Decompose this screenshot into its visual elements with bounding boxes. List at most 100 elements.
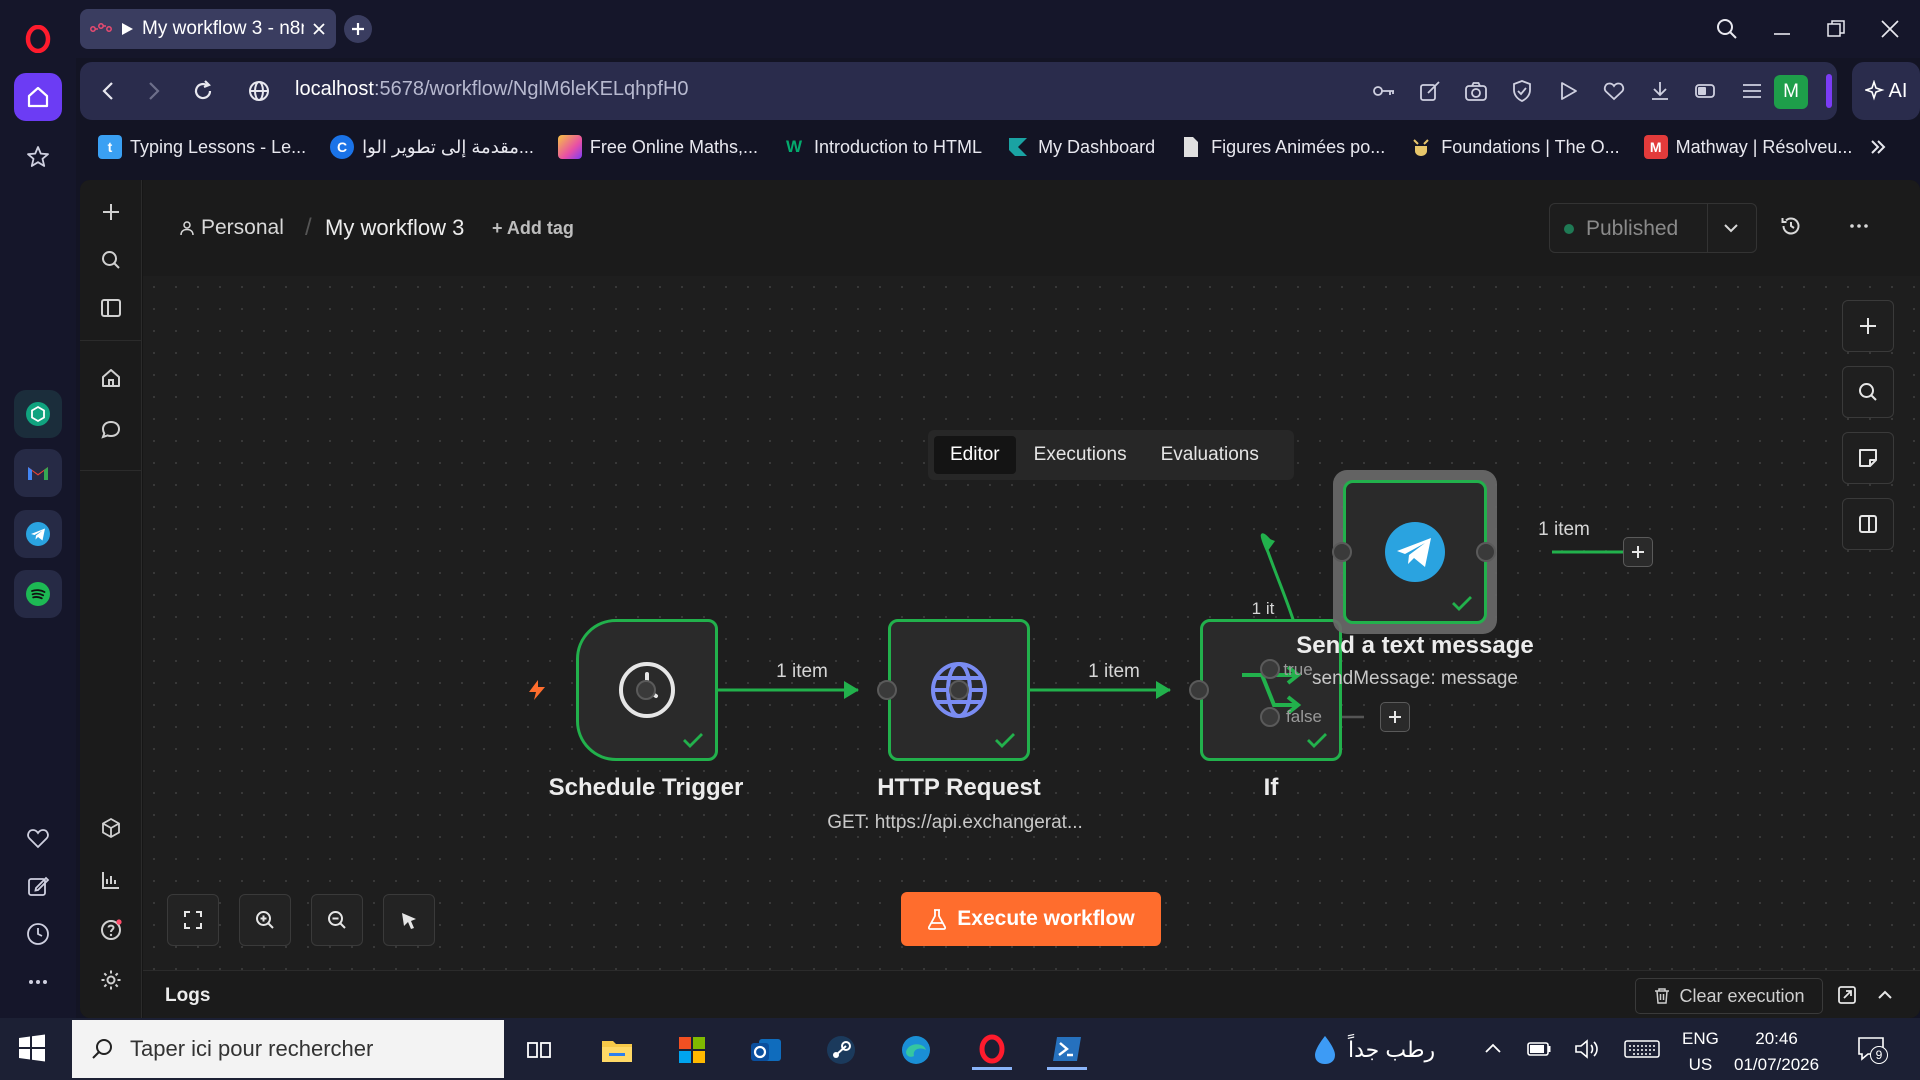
- opera-taskbar-icon[interactable]: [972, 1030, 1012, 1070]
- add-node-button[interactable]: [1623, 537, 1653, 567]
- taskbar-search-box[interactable]: Taper ici pour rechercher: [72, 1020, 504, 1078]
- workflow-canvas[interactable]: Schedule Trigger 1 item HTTP Request GET…: [143, 276, 1920, 970]
- add-tag-button[interactable]: + Add tag: [492, 218, 574, 239]
- search-icon[interactable]: [97, 246, 125, 274]
- minimize-icon[interactable]: [1765, 12, 1799, 46]
- back-icon[interactable]: [96, 78, 122, 104]
- create-plus-icon[interactable]: [97, 198, 125, 226]
- zoom-out-button[interactable]: [311, 894, 363, 946]
- bookmark-item[interactable]: Free Online Maths,...: [557, 135, 758, 159]
- opera-logo-icon[interactable]: [14, 15, 62, 63]
- profile-avatar[interactable]: M: [1774, 75, 1808, 109]
- search-nodes-button[interactable]: [1842, 366, 1894, 418]
- battery-icon[interactable]: [1526, 1038, 1552, 1060]
- share-edit-icon[interactable]: [1418, 79, 1442, 103]
- tab-editor[interactable]: Editor: [934, 436, 1016, 474]
- bookmark-item[interactable]: t Typing Lessons - Le...: [98, 135, 306, 159]
- panel-toggle-icon[interactable]: [97, 294, 125, 322]
- add-node-button[interactable]: [1380, 702, 1410, 732]
- chevron-down-icon[interactable]: [1720, 217, 1742, 239]
- camera-icon[interactable]: [1464, 79, 1488, 103]
- bookmark-item[interactable]: C مقدمة إلى تطوير الوا...: [330, 135, 534, 159]
- output-handle[interactable]: [1476, 542, 1496, 562]
- volume-icon[interactable]: [1574, 1038, 1600, 1060]
- heart-icon[interactable]: [14, 814, 62, 862]
- home-icon[interactable]: [97, 364, 125, 392]
- tab-search-icon[interactable]: [1710, 12, 1744, 46]
- input-handle[interactable]: [1332, 542, 1352, 562]
- execute-workflow-button[interactable]: Execute workflow: [901, 892, 1161, 946]
- bookmark-item[interactable]: Figures Animées po...: [1179, 135, 1385, 159]
- input-handle[interactable]: [877, 680, 897, 700]
- forward-icon[interactable]: [140, 78, 166, 104]
- battery-saver-icon[interactable]: [1694, 79, 1718, 103]
- play-icon[interactable]: [1556, 79, 1580, 103]
- tidy-up-button[interactable]: [383, 894, 435, 946]
- tab-evaluations[interactable]: Evaluations: [1145, 436, 1275, 474]
- restore-icon[interactable]: [1819, 12, 1853, 46]
- easy-setup-icon[interactable]: [1740, 79, 1764, 103]
- published-button[interactable]: Published: [1564, 217, 1678, 241]
- site-info-globe-icon[interactable]: [246, 78, 272, 104]
- chat-icon[interactable]: [97, 416, 125, 444]
- file-explorer-icon[interactable]: [597, 1030, 637, 1070]
- keyboard-icon[interactable]: [1624, 1038, 1660, 1060]
- bookmark-item[interactable]: My Dashboard: [1006, 135, 1155, 159]
- help-icon[interactable]: [97, 916, 125, 944]
- task-view-icon[interactable]: [520, 1030, 560, 1070]
- more-options-icon[interactable]: [1847, 214, 1871, 238]
- false-output-handle[interactable]: [1260, 707, 1280, 727]
- sidebar-toggle-pill[interactable]: [1826, 74, 1832, 108]
- history-clock-icon[interactable]: [14, 910, 62, 958]
- close-tab-icon[interactable]: [312, 22, 326, 36]
- new-tab-button[interactable]: [344, 15, 372, 43]
- steam-icon[interactable]: [821, 1030, 861, 1070]
- chatgpt-icon[interactable]: [14, 390, 62, 438]
- star-icon[interactable]: [14, 133, 62, 181]
- download-icon[interactable]: [1648, 79, 1672, 103]
- home-icon[interactable]: [14, 73, 62, 121]
- outlook-icon[interactable]: [746, 1030, 786, 1070]
- notification-center-icon[interactable]: 9: [1856, 1034, 1888, 1064]
- powershell-icon[interactable]: [1047, 1030, 1087, 1070]
- add-node-panel-button[interactable]: [1842, 300, 1894, 352]
- aria-ai-button[interactable]: AI: [1852, 62, 1920, 120]
- zoom-in-button[interactable]: [239, 894, 291, 946]
- insights-chart-icon[interactable]: [97, 866, 125, 894]
- telegram-icon[interactable]: [14, 510, 62, 558]
- bookmarks-overflow-icon[interactable]: [1866, 135, 1890, 159]
- bookmark-item[interactable]: Foundations | The O...: [1409, 135, 1620, 159]
- windows-start-icon[interactable]: [18, 1034, 46, 1062]
- output-handle[interactable]: [636, 680, 656, 700]
- microsoft-store-icon[interactable]: [672, 1030, 712, 1070]
- clear-execution-button[interactable]: Clear execution: [1635, 978, 1823, 1014]
- breadcrumb-project[interactable]: Personal: [179, 216, 284, 240]
- bookmark-item[interactable]: M Mathway | Résolveu...: [1643, 135, 1852, 159]
- version-history-icon[interactable]: [1779, 214, 1803, 238]
- key-icon[interactable]: [1372, 79, 1396, 103]
- fit-view-button[interactable]: [167, 894, 219, 946]
- more-dots-icon[interactable]: [14, 958, 62, 1006]
- chevron-up-icon[interactable]: [1875, 985, 1895, 1005]
- system-clock[interactable]: 20:46 01/07/2026: [1734, 1026, 1819, 1078]
- gmail-icon[interactable]: [14, 449, 62, 497]
- spotify-icon[interactable]: [14, 570, 62, 618]
- settings-gear-icon[interactable]: [97, 966, 125, 994]
- url-text[interactable]: localhost:5678/workflow/NglM6leKELqhpfH0: [295, 78, 689, 101]
- input-language[interactable]: ENG US: [1682, 1026, 1719, 1078]
- toggle-panel-button[interactable]: [1842, 498, 1894, 550]
- edit-icon[interactable]: [14, 862, 62, 910]
- logs-panel-bar[interactable]: Logs Clear execution: [143, 970, 1920, 1018]
- browser-tab[interactable]: My workflow 3 - n8n: [80, 9, 336, 49]
- output-handle[interactable]: [949, 680, 969, 700]
- bookmark-item[interactable]: W Introduction to HTML: [782, 135, 982, 159]
- workflow-name[interactable]: My workflow 3: [325, 215, 464, 241]
- reload-icon[interactable]: [190, 78, 216, 104]
- close-window-icon[interactable]: [1873, 12, 1907, 46]
- show-hidden-icons-chevron-icon[interactable]: [1482, 1038, 1504, 1060]
- true-output-handle[interactable]: [1260, 659, 1280, 679]
- weather-widget[interactable]: رطب جداً: [1312, 1034, 1435, 1066]
- templates-icon[interactable]: [97, 814, 125, 842]
- popout-icon[interactable]: [1837, 985, 1857, 1005]
- shield-icon[interactable]: [1510, 79, 1534, 103]
